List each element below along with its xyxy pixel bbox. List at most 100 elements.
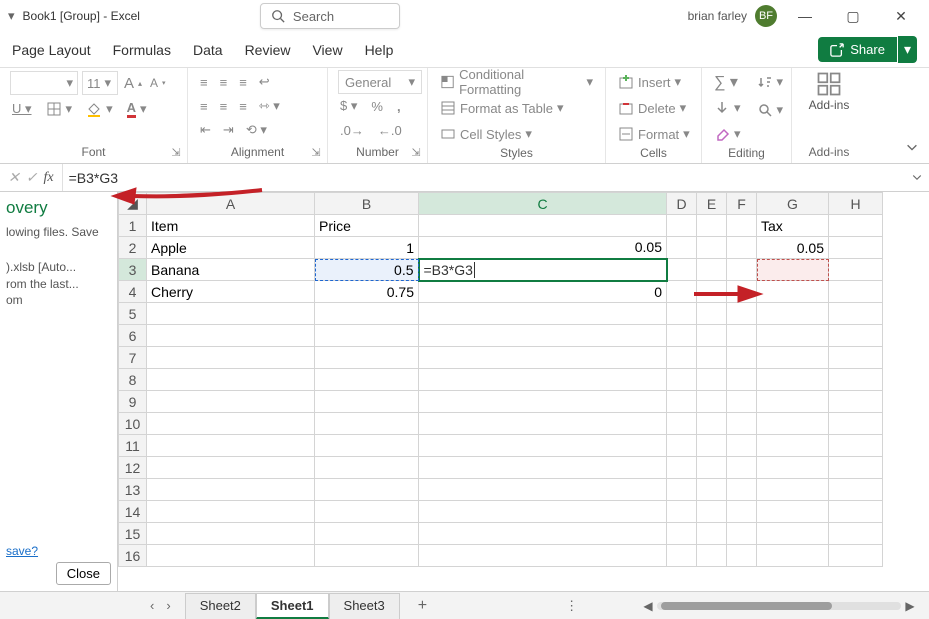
border-button[interactable]: ▾ [44, 97, 75, 121]
cell-E2[interactable] [697, 237, 727, 259]
decrease-decimal-icon[interactable]: ←.0 [376, 118, 404, 142]
fill-button[interactable]: ▾ [712, 96, 743, 120]
row-header-9[interactable]: 9 [119, 391, 147, 413]
tab-formulas[interactable]: Formulas [113, 36, 171, 64]
sheet-nav-next[interactable]: › [166, 598, 170, 613]
alignment-launcher-icon[interactable]: ⇲ [309, 145, 323, 159]
decrease-font-icon[interactable]: A▾ [148, 71, 168, 95]
cell-A3[interactable]: Banana [147, 259, 315, 281]
tab-view[interactable]: View [312, 36, 342, 64]
cell-A2[interactable]: Apple [147, 237, 315, 259]
cell-E3[interactable] [697, 259, 727, 281]
col-header-D[interactable]: D [667, 193, 697, 215]
avatar[interactable]: BF [755, 5, 777, 27]
search-box[interactable]: Search [260, 3, 400, 29]
align-bottom-icon[interactable]: ≡ [237, 70, 249, 94]
cell-H1[interactable] [829, 215, 883, 237]
cell-B1[interactable]: Price [315, 215, 419, 237]
cell-A4[interactable]: Cherry [147, 281, 315, 303]
cell-C2[interactable]: 0.05 [419, 237, 667, 259]
addins-button[interactable]: Add-ins [809, 70, 850, 112]
font-size-select[interactable]: 11 ▾ [82, 71, 118, 95]
align-left-icon[interactable]: ≡ [198, 94, 210, 118]
fx-icon[interactable]: fx [43, 170, 53, 186]
share-button[interactable]: Share [818, 37, 897, 62]
tab-help[interactable]: Help [365, 36, 394, 64]
col-header-G[interactable]: G [757, 193, 829, 215]
horizontal-scrollbar[interactable]: ◀ ▶ [639, 599, 929, 613]
row-header-16[interactable]: 16 [119, 545, 147, 567]
cell-G3[interactable] [757, 259, 829, 281]
row-header-2[interactable]: 2 [119, 237, 147, 259]
recovery-save-link[interactable]: save? [6, 544, 111, 558]
formula-expand-icon[interactable] [911, 170, 923, 186]
cell-B4[interactable]: 0.75 [315, 281, 419, 303]
cell-C3[interactable]: =B3*G3 [419, 259, 667, 281]
clear-button[interactable]: ▾ [712, 122, 743, 146]
cell-H2[interactable] [829, 237, 883, 259]
tab-data[interactable]: Data [193, 36, 223, 64]
insert-button[interactable]: Insert ▾ [616, 70, 683, 94]
cell-D4[interactable] [667, 281, 697, 303]
number-launcher-icon[interactable]: ⇲ [409, 145, 423, 159]
row-header-1[interactable]: 1 [119, 215, 147, 237]
percent-format-icon[interactable]: % [369, 94, 385, 118]
cell-F1[interactable] [727, 215, 757, 237]
sheet-add-button[interactable]: + [400, 593, 445, 619]
recovery-close-button[interactable]: Close [56, 562, 111, 585]
col-header-H[interactable]: H [829, 193, 883, 215]
qat-chevron-icon[interactable]: ▾ [8, 8, 15, 24]
format-button[interactable]: Format ▾ [616, 122, 692, 146]
increase-decimal-icon[interactable]: .0→ [338, 118, 366, 142]
sheet-menu-icon[interactable]: ⋮ [565, 598, 578, 614]
cell-C1[interactable] [419, 215, 667, 237]
share-dropdown[interactable]: ▾ [898, 36, 917, 63]
scroll-thumb[interactable] [661, 602, 832, 610]
conditional-formatting-button[interactable]: Conditional Formatting ▾ [438, 70, 595, 94]
formula-input[interactable]: =B3*G3 [62, 164, 929, 191]
fill-color-button[interactable]: ▾ [84, 97, 115, 121]
format-as-table-button[interactable]: Format as Table ▾ [438, 96, 566, 120]
autosum-button[interactable]: ∑ ▾ [712, 70, 743, 94]
cell-E1[interactable] [697, 215, 727, 237]
col-header-E[interactable]: E [697, 193, 727, 215]
wrap-text-icon[interactable]: ↩ [257, 70, 272, 94]
close-window-button[interactable]: ✕ [881, 2, 921, 30]
scroll-track[interactable] [657, 602, 901, 610]
spreadsheet-grid[interactable]: ◢ A B C D E F G H 1 Item Price Tax 2 App [118, 192, 929, 591]
font-color-button[interactable]: A▾ [125, 97, 149, 121]
maximize-button[interactable]: ▢ [833, 2, 873, 30]
decrease-indent-icon[interactable]: ⇤ [198, 118, 213, 142]
cell-styles-button[interactable]: Cell Styles ▾ [438, 122, 534, 146]
cell-G4[interactable] [757, 281, 829, 303]
recovery-file[interactable]: ).xlsb [Auto... rom the last... om [6, 259, 111, 309]
cell-A1[interactable]: Item [147, 215, 315, 237]
row-header-6[interactable]: 6 [119, 325, 147, 347]
tab-review[interactable]: Review [245, 36, 291, 64]
sort-filter-button[interactable]: ▾ [755, 70, 786, 94]
row-header-15[interactable]: 15 [119, 523, 147, 545]
merge-center-icon[interactable]: ⇿ ▾ [257, 94, 282, 118]
comma-format-icon[interactable]: , [395, 94, 403, 118]
cell-F2[interactable] [727, 237, 757, 259]
cell-D3[interactable] [667, 259, 697, 281]
cell-C4[interactable]: 0 [419, 281, 667, 303]
increase-indent-icon[interactable]: ⇥ [221, 118, 236, 142]
scroll-left-icon[interactable]: ◀ [639, 599, 657, 613]
row-header-14[interactable]: 14 [119, 501, 147, 523]
row-header-3[interactable]: 3 [119, 259, 147, 281]
row-header-11[interactable]: 11 [119, 435, 147, 457]
row-header-13[interactable]: 13 [119, 479, 147, 501]
sheet-tab-sheet3[interactable]: Sheet3 [329, 593, 400, 619]
accounting-format-icon[interactable]: $ ▾ [338, 94, 359, 118]
cell-H3[interactable] [829, 259, 883, 281]
underline-button[interactable]: U ▾ [10, 97, 34, 121]
row-header-12[interactable]: 12 [119, 457, 147, 479]
ribbon-collapse-icon[interactable] [905, 140, 919, 157]
row-header-5[interactable]: 5 [119, 303, 147, 325]
tab-page-layout[interactable]: Page Layout [12, 36, 91, 64]
row-header-10[interactable]: 10 [119, 413, 147, 435]
cell-G2[interactable]: 0.05 [757, 237, 829, 259]
scroll-right-icon[interactable]: ▶ [901, 599, 919, 613]
cell-D1[interactable] [667, 215, 697, 237]
